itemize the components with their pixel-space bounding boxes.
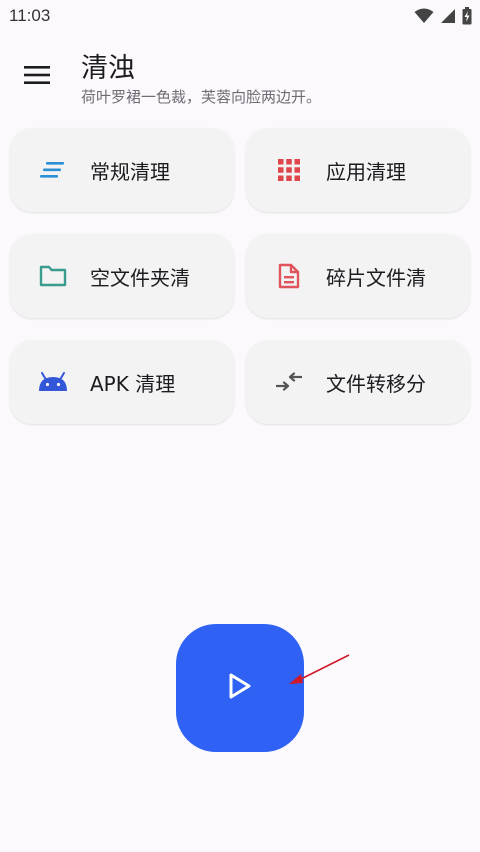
compress-arrows-icon: [274, 367, 304, 397]
menu-icon[interactable]: [24, 65, 50, 85]
play-icon: [227, 672, 253, 704]
card-apk-clean[interactable]: APK 清理: [10, 340, 234, 424]
card-label: 空文件夹清: [90, 265, 190, 290]
app-grid-icon: [274, 155, 304, 185]
app-subtitle: 荷叶罗裙一色裁，芙蓉向脸两边开。: [81, 88, 322, 106]
wifi-icon: [414, 8, 434, 28]
cellular-signal-icon: [440, 8, 456, 28]
card-label: 应用清理: [326, 159, 406, 184]
status-bar: 11:03: [0, 0, 480, 34]
annotation-arrow: [289, 654, 350, 684]
folder-icon: [38, 261, 68, 291]
app-header: 清浊 荷叶罗裙一色裁，芙蓉向脸两边开。: [0, 34, 480, 120]
card-file-transfer[interactable]: 文件转移分: [246, 340, 470, 424]
card-label: APK 清理: [90, 371, 176, 396]
document-icon: [274, 261, 304, 291]
app-title: 清浊: [81, 53, 135, 84]
status-icons: [414, 7, 472, 29]
card-empty-folder-clean[interactable]: 空文件夹清: [10, 234, 234, 318]
battery-charging-icon: [462, 7, 472, 29]
card-fragment-file-clean[interactable]: 碎片文件清: [246, 234, 470, 318]
android-icon: [38, 367, 68, 397]
card-label: 碎片文件清: [326, 265, 426, 290]
status-time: 11:03: [9, 6, 51, 25]
card-label: 文件转移分: [326, 371, 426, 396]
card-general-clean[interactable]: 常规清理: [10, 128, 234, 212]
list-lines-icon: [38, 155, 68, 185]
card-app-clean[interactable]: 应用清理: [246, 128, 470, 212]
card-label: 常规清理: [90, 159, 170, 184]
